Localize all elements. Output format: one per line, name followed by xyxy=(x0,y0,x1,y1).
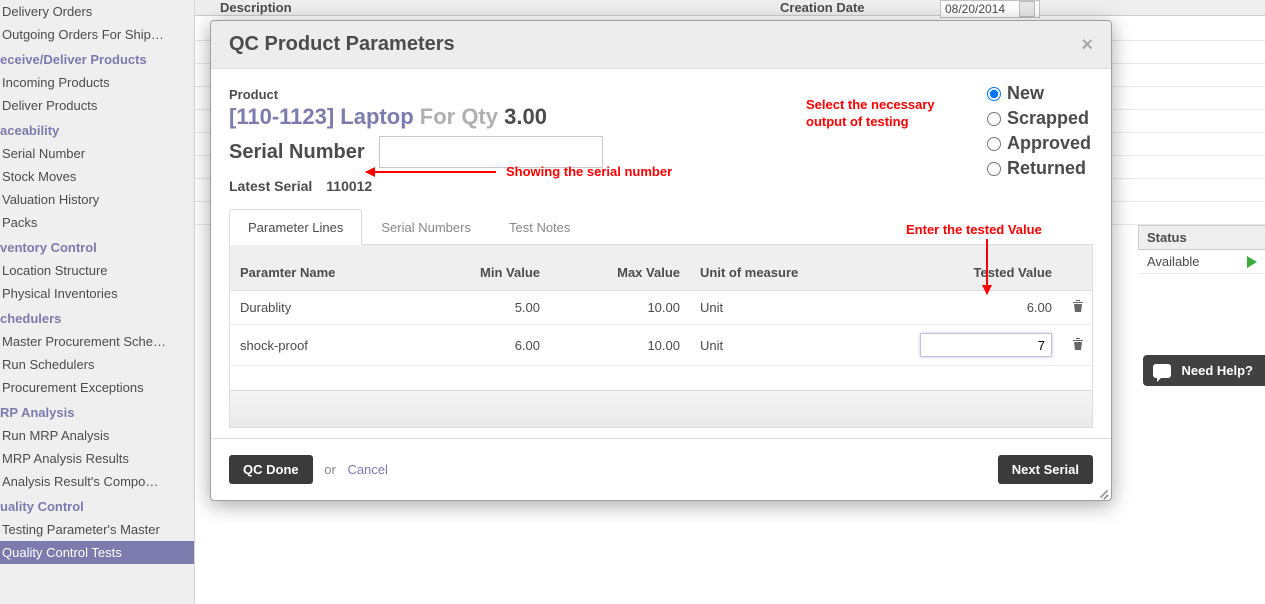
creation-date-value: 08/20/2014 xyxy=(945,1,1005,17)
radio-input[interactable] xyxy=(987,162,1001,176)
tab-parameter-lines[interactable]: Parameter Lines xyxy=(229,209,362,245)
col-min-value: Min Value xyxy=(430,245,550,291)
sidebar-item[interactable]: Serial Number xyxy=(0,142,194,165)
status-value: Available xyxy=(1147,254,1200,269)
sidebar-item[interactable]: Outgoing Orders For Ship… xyxy=(0,23,194,46)
or-label: or xyxy=(324,462,336,477)
serial-number-input[interactable] xyxy=(379,136,603,168)
resize-handle-icon[interactable] xyxy=(1095,484,1109,498)
col-parameter-name: Paramter Name xyxy=(230,245,430,291)
arrow-right-icon xyxy=(1247,256,1257,268)
sidebar-item[interactable]: Master Procurement Sche… xyxy=(0,330,194,353)
sidebar-section[interactable]: RP Analysis xyxy=(0,399,194,424)
sidebar-section[interactable]: uality Control xyxy=(0,493,194,518)
tab-serial-numbers[interactable]: Serial Numbers xyxy=(362,209,490,245)
modal-body: Product [110-1123] Laptop For Qty 3.00 S… xyxy=(211,69,1111,438)
sidebar-section[interactable]: aceability xyxy=(0,117,194,142)
modal-footer: QC Done or Cancel Next Serial xyxy=(211,438,1111,500)
status-cell: Available xyxy=(1139,250,1265,274)
sidebar-item[interactable]: Procurement Exceptions xyxy=(0,376,194,399)
sidebar-item[interactable]: MRP Analysis Results xyxy=(0,447,194,470)
radio-label: New xyxy=(1007,83,1044,104)
cell-name: shock-proof xyxy=(230,325,430,366)
cancel-link[interactable]: Cancel xyxy=(347,462,387,477)
modal-header: QC Product Parameters × xyxy=(211,21,1111,69)
sidebar-item[interactable]: Valuation History xyxy=(0,188,194,211)
radio-input[interactable] xyxy=(987,87,1001,101)
cell-uom: Unit xyxy=(690,291,910,325)
cell-tested: 6.00 xyxy=(910,291,1062,325)
status-radio-scrapped[interactable]: Scrapped xyxy=(987,108,1091,129)
radio-label: Approved xyxy=(1007,133,1091,154)
sidebar-item[interactable]: Incoming Products xyxy=(0,71,194,94)
status-radio-group: New Scrapped Approved Returned xyxy=(987,79,1091,183)
qc-done-button[interactable]: QC Done xyxy=(229,455,313,484)
col-tested-value: Tested Value xyxy=(910,245,1062,291)
cell-tested xyxy=(910,325,1062,366)
need-help-label: Need Help? xyxy=(1181,363,1253,378)
col-uom: Unit of measure xyxy=(690,245,910,291)
sidebar-item[interactable]: Testing Parameter's Master xyxy=(0,518,194,541)
product-link[interactable]: [110-1123] Laptop xyxy=(229,104,414,129)
tab-test-notes[interactable]: Test Notes xyxy=(490,209,589,245)
grid-footer-bar xyxy=(230,390,1092,427)
radio-input[interactable] xyxy=(987,137,1001,151)
list-header-bar xyxy=(195,0,1265,16)
sidebar-item[interactable]: Analysis Result's Compo… xyxy=(0,470,194,493)
radio-input[interactable] xyxy=(987,112,1001,126)
tab-bar: Parameter LinesSerial NumbersTest Notes xyxy=(229,208,1093,245)
status-radio-approved[interactable]: Approved xyxy=(987,133,1091,154)
status-radio-new[interactable]: New xyxy=(987,83,1091,104)
product-label: Product xyxy=(229,87,1093,102)
radio-label: Scrapped xyxy=(1007,108,1089,129)
sidebar-item[interactable]: Run Schedulers xyxy=(0,353,194,376)
col-max-value: Max Value xyxy=(550,245,690,291)
next-serial-button[interactable]: Next Serial xyxy=(998,455,1093,484)
qty-value: 3.00 xyxy=(504,104,547,129)
cell-name: Durablity xyxy=(230,291,430,325)
sidebar-section[interactable]: chedulers xyxy=(0,305,194,330)
serial-number-label: Serial Number xyxy=(229,141,365,164)
status-radio-returned[interactable]: Returned xyxy=(987,158,1091,179)
modal-title: QC Product Parameters xyxy=(229,33,455,56)
cell-uom: Unit xyxy=(690,325,910,366)
annotation-arrow-serial xyxy=(366,171,496,173)
radio-label: Returned xyxy=(1007,158,1086,179)
sidebar-item[interactable]: Packs xyxy=(0,211,194,234)
creation-date-input[interactable]: 08/20/2014 xyxy=(940,0,1040,18)
close-icon[interactable]: × xyxy=(1081,35,1093,55)
column-status: Status xyxy=(1138,225,1265,250)
calendar-icon[interactable] xyxy=(1019,1,1035,17)
delete-row-icon[interactable] xyxy=(1062,291,1092,325)
sidebar-item[interactable]: Delivery Orders xyxy=(0,0,194,23)
for-qty-label: For Qty xyxy=(420,104,498,129)
product-line: [110-1123] Laptop For Qty 3.00 xyxy=(229,104,1093,130)
cell-min: 6.00 xyxy=(430,325,550,366)
sidebar-item[interactable]: Quality Control Tests xyxy=(0,541,194,564)
cell-max: 10.00 xyxy=(550,325,690,366)
sidebar-item[interactable]: Stock Moves xyxy=(0,165,194,188)
qc-modal: QC Product Parameters × Product [110-112… xyxy=(210,20,1112,501)
column-description: Description xyxy=(220,0,292,15)
parameter-grid: Paramter Name Min Value Max Value Unit o… xyxy=(229,245,1093,428)
tested-value-input[interactable] xyxy=(920,333,1052,357)
sidebar-item[interactable]: Location Structure xyxy=(0,259,194,282)
sidebar-section[interactable]: eceive/Deliver Products xyxy=(0,46,194,71)
latest-serial-value: 110012 xyxy=(326,178,372,194)
cell-max: 10.00 xyxy=(550,291,690,325)
sidebar: Delivery OrdersOutgoing Orders For Ship…… xyxy=(0,0,195,604)
column-creation-date: Creation Date xyxy=(780,0,865,15)
cell-min: 5.00 xyxy=(430,291,550,325)
delete-row-icon[interactable] xyxy=(1062,325,1092,366)
table-row[interactable]: shock-proof6.0010.00Unit xyxy=(230,325,1092,366)
sidebar-item[interactable]: Deliver Products xyxy=(0,94,194,117)
sidebar-item[interactable]: Physical Inventories xyxy=(0,282,194,305)
sidebar-item[interactable]: Run MRP Analysis xyxy=(0,424,194,447)
speech-bubble-icon xyxy=(1153,364,1171,378)
sidebar-section[interactable]: ventory Control xyxy=(0,234,194,259)
need-help-button[interactable]: Need Help? xyxy=(1143,355,1265,386)
latest-serial-label: Latest Serial xyxy=(229,178,312,194)
table-row[interactable]: Durablity5.0010.00Unit6.00 xyxy=(230,291,1092,325)
